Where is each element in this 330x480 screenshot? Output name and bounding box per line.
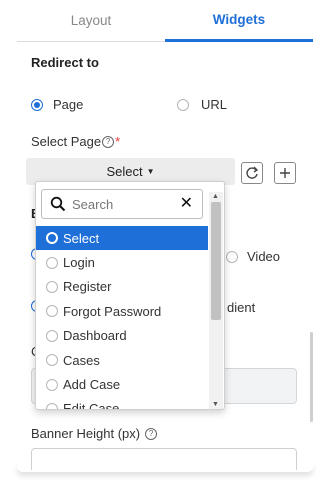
dropdown-scrollbar-thumb[interactable] bbox=[211, 202, 221, 320]
help-icon[interactable]: ? bbox=[145, 427, 158, 440]
option-edit-case[interactable]: Edit Case bbox=[36, 397, 208, 410]
option-register[interactable]: Register bbox=[36, 275, 208, 299]
scroll-up-icon[interactable]: ▲ bbox=[212, 193, 219, 200]
option-radio bbox=[46, 305, 58, 318]
redirect-page-label: Page bbox=[53, 97, 84, 112]
banner-height-label: Banner Height (px) bbox=[31, 426, 141, 441]
banner-height-label-row: Banner Height (px) ? bbox=[31, 426, 158, 441]
redirect-url-radio[interactable] bbox=[177, 98, 189, 111]
option-radio bbox=[46, 402, 58, 409]
option-label: Forgot Password bbox=[63, 303, 162, 319]
scroll-down-icon[interactable]: ▼ bbox=[212, 401, 219, 408]
refresh-button[interactable] bbox=[241, 162, 263, 184]
panel-scrollbar[interactable] bbox=[310, 332, 313, 422]
option-radio bbox=[46, 329, 58, 342]
select-page-label-row: Select Page ? * bbox=[31, 134, 120, 149]
option-radio bbox=[46, 354, 58, 367]
video-label: Video bbox=[247, 249, 281, 264]
help-icon[interactable]: ? bbox=[102, 135, 115, 148]
redirect-url-option[interactable]: URL bbox=[177, 97, 227, 112]
option-list: Select Login Register Forgot Password Da… bbox=[36, 226, 208, 410]
option-cases[interactable]: Cases bbox=[36, 348, 208, 372]
search-icon bbox=[50, 196, 66, 212]
dropdown-scrollbar[interactable]: ▲ ▼ bbox=[209, 192, 223, 409]
option-label: Edit Case bbox=[63, 401, 120, 410]
option-label: Register bbox=[63, 279, 112, 295]
redirect-section-title: Redirect to bbox=[31, 55, 99, 70]
option-label: Select bbox=[63, 230, 100, 246]
option-radio bbox=[46, 232, 58, 245]
plus-icon bbox=[280, 168, 290, 178]
option-forgot-password[interactable]: Forgot Password bbox=[36, 299, 208, 323]
option-select[interactable]: Select bbox=[36, 226, 208, 251]
banner-height-input[interactable] bbox=[31, 448, 297, 470]
option-radio bbox=[46, 256, 58, 269]
option-add-case[interactable]: Add Case bbox=[36, 372, 208, 396]
redirect-page-radio[interactable] bbox=[31, 98, 43, 111]
caret-down-icon: ▼ bbox=[146, 167, 155, 176]
tab-layout[interactable]: Layout bbox=[17, 0, 165, 42]
option-label: Dashboard bbox=[63, 328, 127, 344]
option-label: Login bbox=[63, 255, 95, 271]
select-page-value: Select bbox=[106, 164, 143, 179]
option-label: Add Case bbox=[63, 377, 121, 393]
option-radio bbox=[46, 280, 58, 293]
tab-widgets[interactable]: Widgets bbox=[165, 0, 313, 42]
select-page-label: Select Page bbox=[31, 134, 102, 149]
video-radio[interactable] bbox=[226, 250, 238, 263]
add-page-button[interactable] bbox=[274, 162, 296, 184]
refresh-icon bbox=[246, 166, 259, 179]
close-icon[interactable]: ✕ bbox=[180, 196, 193, 212]
option-label: Cases bbox=[63, 352, 100, 368]
search-field[interactable]: ✕ bbox=[41, 189, 203, 219]
option-dashboard[interactable]: Dashboard bbox=[36, 324, 208, 348]
video-option[interactable]: Video bbox=[226, 249, 280, 264]
option-radio bbox=[46, 378, 58, 391]
select-page-menu: ✕ Select Login Register Forgot Password … bbox=[35, 181, 225, 410]
option-login[interactable]: Login bbox=[36, 250, 208, 274]
search-input[interactable] bbox=[72, 196, 168, 212]
required-mark: * bbox=[115, 134, 121, 149]
redirect-page-option[interactable]: Page bbox=[31, 97, 83, 112]
gradient-option-label: dient bbox=[227, 300, 256, 315]
tab-bar: Layout Widgets bbox=[17, 0, 313, 42]
redirect-url-label: URL bbox=[201, 97, 228, 112]
